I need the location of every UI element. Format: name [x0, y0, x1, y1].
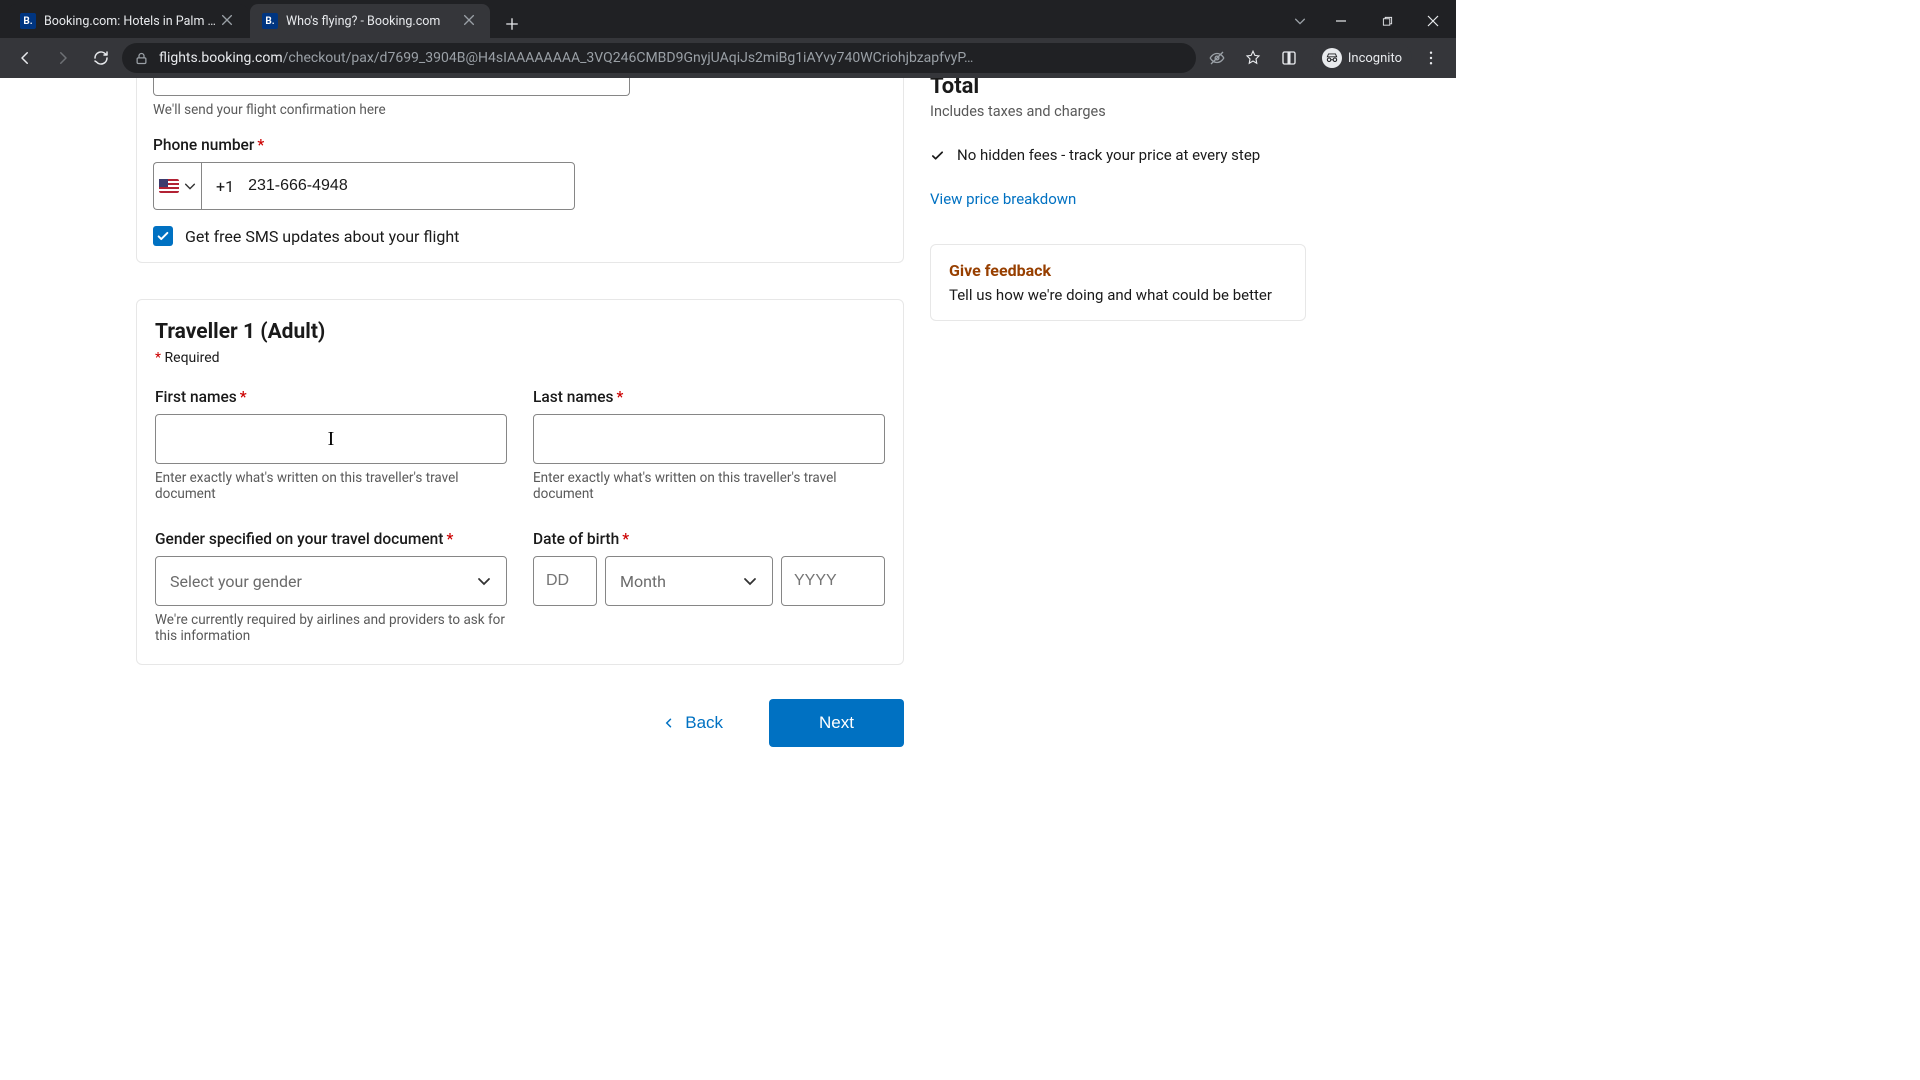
- url-input[interactable]: flights.booking.com/checkout/pax/d7699_3…: [122, 43, 1196, 73]
- feedback-title: Give feedback: [949, 261, 1287, 280]
- dob-year-input[interactable]: [781, 556, 885, 606]
- favicon-icon: B.: [20, 13, 36, 29]
- reload-icon[interactable]: [84, 43, 118, 73]
- reader-icon[interactable]: [1272, 43, 1306, 73]
- chevron-down-icon: [476, 573, 492, 589]
- next-button[interactable]: Next: [769, 699, 904, 747]
- tab-title: Who's flying? - Booking.com: [286, 14, 458, 29]
- sms-label: Get free SMS updates about your flight: [185, 227, 459, 246]
- country-code-select[interactable]: [153, 162, 201, 210]
- tab-bar: B. Booking.com: Hotels in Palm Sp B. Who…: [0, 0, 1456, 38]
- window-controls: [1282, 4, 1456, 38]
- tab-title: Booking.com: Hotels in Palm Sp: [44, 14, 216, 29]
- forward-icon[interactable]: [46, 43, 80, 73]
- incognito-label: Incognito: [1348, 51, 1402, 66]
- flag-us-icon: [159, 179, 179, 193]
- maximize-icon[interactable]: [1364, 4, 1410, 38]
- minimize-icon[interactable]: [1318, 4, 1364, 38]
- total-row: Total: [930, 78, 1306, 99]
- close-icon[interactable]: [462, 13, 478, 29]
- phone-label: Phone number*: [153, 136, 887, 154]
- browser-chrome: B. Booking.com: Hotels in Palm Sp B. Who…: [0, 0, 1456, 78]
- no-hidden-fees: No hidden fees - track your price at eve…: [930, 146, 1306, 164]
- gender-hint: We're currently required by airlines and…: [155, 612, 507, 644]
- window-close-icon[interactable]: [1410, 4, 1456, 38]
- last-names-label: Last names*: [533, 388, 885, 406]
- email-field[interactable]: [153, 78, 630, 96]
- lock-icon: [134, 51, 149, 66]
- first-names-input[interactable]: I: [155, 414, 507, 464]
- first-names-hint: Enter exactly what's written on this tra…: [155, 470, 507, 502]
- address-bar: flights.booking.com/checkout/pax/d7699_3…: [0, 38, 1456, 78]
- feedback-sub: Tell us how we're doing and what could b…: [949, 286, 1287, 304]
- menu-icon[interactable]: [1414, 43, 1448, 73]
- new-tab-button[interactable]: [498, 10, 526, 38]
- chevron-down-icon: [183, 179, 197, 193]
- view-price-breakdown-link[interactable]: View price breakdown: [930, 190, 1076, 208]
- traveller-title: Traveller 1 (Adult): [155, 320, 885, 344]
- traveller-card: Traveller 1 (Adult) * Required First nam…: [136, 299, 904, 665]
- dob-month-select[interactable]: Month: [605, 556, 773, 606]
- last-names-input[interactable]: [533, 414, 885, 464]
- form-nav: Back Next: [136, 699, 904, 747]
- contact-card: We'll send your flight confirmation here…: [136, 78, 904, 263]
- page-content: We'll send your flight confirmation here…: [0, 78, 1456, 816]
- country-code: +1: [216, 177, 234, 196]
- close-icon[interactable]: [220, 13, 236, 29]
- total-label: Total: [930, 78, 979, 99]
- incognito-icon: [1322, 48, 1342, 68]
- email-hint: We'll send your flight confirmation here: [153, 102, 887, 118]
- gender-select[interactable]: Select your gender: [155, 556, 507, 606]
- tab-hotels[interactable]: B. Booking.com: Hotels in Palm Sp: [8, 4, 248, 38]
- feedback-card[interactable]: Give feedback Tell us how we're doing an…: [930, 244, 1306, 321]
- chevron-down-icon: [742, 573, 758, 589]
- check-icon: [930, 148, 945, 163]
- eye-off-icon[interactable]: [1200, 43, 1234, 73]
- url-domain: flights.booking.com: [159, 50, 283, 66]
- bookmark-icon[interactable]: [1236, 43, 1270, 73]
- check-icon: [156, 229, 170, 243]
- sms-checkbox[interactable]: [153, 226, 173, 246]
- text-cursor-icon: I: [328, 428, 335, 451]
- gender-label: Gender specified on your travel document…: [155, 530, 507, 548]
- favicon-icon: B.: [262, 13, 278, 29]
- first-names-label: First names*: [155, 388, 507, 406]
- phone-input[interactable]: [248, 177, 560, 195]
- dob-label: Date of birth*: [533, 530, 885, 548]
- dob-day-input[interactable]: [533, 556, 597, 606]
- url-path: /checkout/pax/d7699_3904B@H4sIAAAAAAAA_3…: [283, 50, 974, 66]
- required-note: * Required: [155, 350, 885, 366]
- tab-search-icon[interactable]: [1282, 4, 1318, 38]
- total-sub: Includes taxes and charges: [930, 103, 1306, 120]
- incognito-badge[interactable]: Incognito: [1312, 43, 1412, 73]
- back-button[interactable]: Back: [647, 701, 739, 745]
- back-icon[interactable]: [8, 43, 42, 73]
- tab-flights[interactable]: B. Who's flying? - Booking.com: [250, 4, 490, 38]
- last-names-hint: Enter exactly what's written on this tra…: [533, 470, 885, 502]
- phone-field-wrap[interactable]: +1: [201, 162, 575, 210]
- chevron-left-icon: [663, 717, 675, 729]
